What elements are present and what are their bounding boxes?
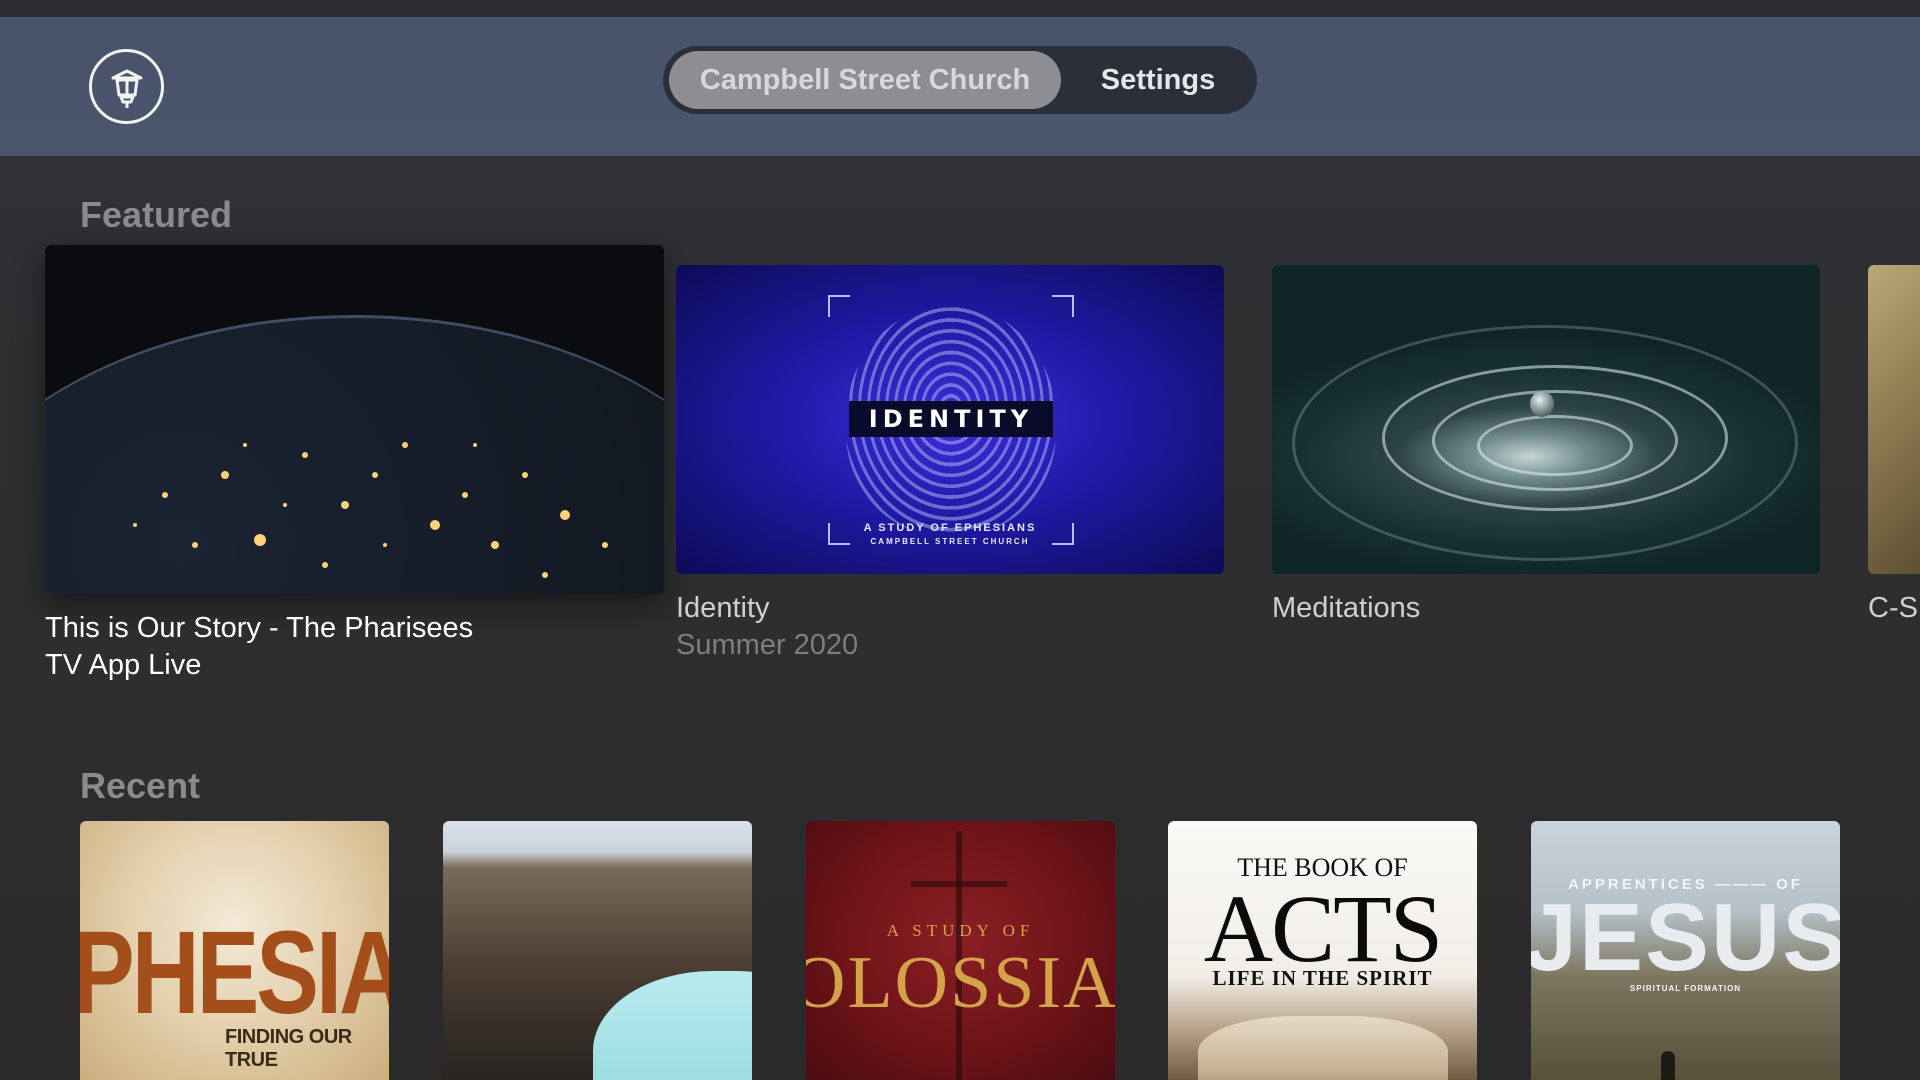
featured-card-identity[interactable]: IDENTITY A STUDY OF EPHESIANS CAMPBELL S… xyxy=(676,265,1224,574)
colossians-artwork-small: A STUDY OF xyxy=(886,921,1035,940)
app-header: Campbell Street Church Settings xyxy=(0,17,1920,156)
featured-title: Identity xyxy=(676,592,770,624)
identity-artwork-subtitle: A STUDY OF EPHESIANS xyxy=(863,522,1037,534)
lagoon-artwork xyxy=(593,971,752,1080)
featured-caption-cs: C-S xyxy=(1868,590,1920,627)
frame-corner-icon xyxy=(1052,295,1074,317)
frame-corner-icon xyxy=(828,295,850,317)
jesus-artwork-title: JESUS xyxy=(1531,884,1840,991)
featured-title: This is Our Story - The Pharisees xyxy=(45,612,474,644)
tab-campbell-street-church[interactable]: Campbell Street Church xyxy=(669,51,1061,109)
ephesians-artwork-subtitle: FINDING OUR TRUE xyxy=(225,1026,352,1071)
featured-heading: Featured xyxy=(80,194,233,235)
featured-caption-our-story: This is Our Story - The Pharisees TV App… xyxy=(45,610,473,684)
featured-caption-meditations: Meditations xyxy=(1272,590,1420,627)
walking-figure xyxy=(1661,1051,1675,1080)
recent-card-colossians[interactable]: A STUDY OF OLOSSIAN xyxy=(806,821,1115,1080)
open-book-artwork xyxy=(1198,1016,1448,1080)
recent-heading: Recent xyxy=(80,765,201,806)
ephesians-artwork-title: PHESIAN xyxy=(80,906,389,1038)
featured-subtitle: Summer 2020 xyxy=(676,629,859,661)
top-tab-bar: Campbell Street Church Settings xyxy=(663,46,1257,114)
jesus-artwork-subtitle: SPIRITUAL FORMATION xyxy=(1629,984,1742,993)
featured-card-cs[interactable] xyxy=(1868,265,1920,574)
featured-card-our-story[interactable] xyxy=(45,245,664,594)
lantern-icon[interactable] xyxy=(89,49,164,124)
recent-card-apprentices-of-jesus[interactable]: APPRENTICES ——— OF JESUS SPIRITUAL FORMA… xyxy=(1531,821,1840,1080)
top-strip xyxy=(0,0,1920,17)
colossians-artwork-title: OLOSSIAN xyxy=(806,942,1115,1024)
recent-card-acts[interactable]: THE BOOK OF ACTS LIFE IN THE SPIRIT xyxy=(1168,821,1477,1080)
featured-subtitle: TV App Live xyxy=(45,649,202,681)
featured-card-meditations[interactable] xyxy=(1272,265,1820,574)
identity-artwork-title: IDENTITY xyxy=(849,401,1053,437)
water-drop xyxy=(1530,391,1554,417)
featured-title: Meditations xyxy=(1272,592,1421,624)
water-ripple xyxy=(1292,325,1798,561)
recent-card-ephesians[interactable]: PHESIAN FINDING OUR TRUE xyxy=(80,821,389,1080)
cross-bar xyxy=(911,881,1007,887)
identity-artwork-church: CAMPBELL STREET CHURCH xyxy=(870,537,1030,546)
featured-title: C-S xyxy=(1868,592,1918,624)
earth-night-lights-artwork xyxy=(133,442,608,578)
tab-settings[interactable]: Settings xyxy=(1063,51,1253,109)
acts-artwork-subtitle: LIFE IN THE SPIRIT xyxy=(1212,966,1433,990)
featured-caption-identity: Identity Summer 2020 xyxy=(676,590,858,664)
recent-card-cliff[interactable] xyxy=(443,821,752,1080)
